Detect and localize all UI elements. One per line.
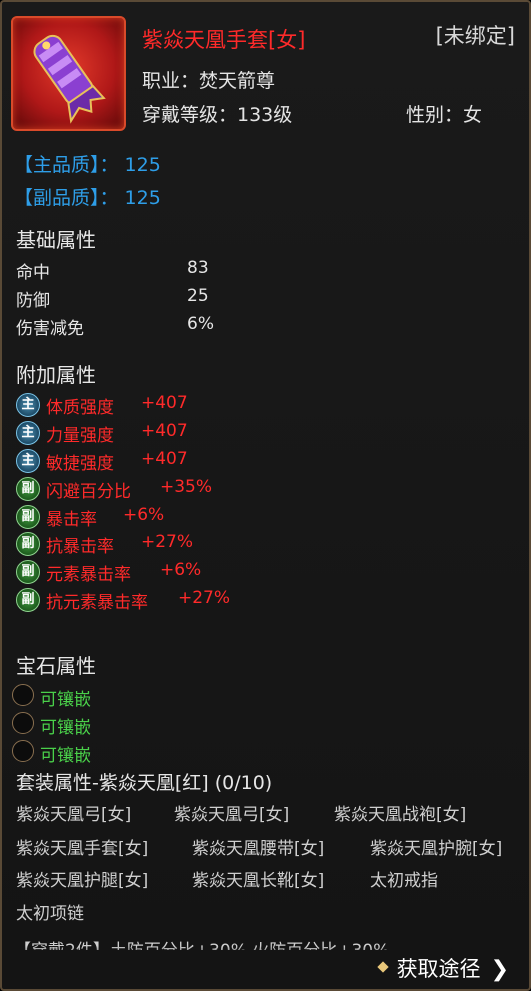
extra-attr-row: 主 力量强度 +407 bbox=[16, 420, 416, 446]
extra-attr-row: 副 抗暴击率 +27% bbox=[16, 531, 416, 557]
purple-gauntlet-icon bbox=[33, 34, 106, 124]
attr-name: 伤害减免 bbox=[16, 319, 84, 339]
extra-attr-row: 副 暴击率 +6% bbox=[16, 504, 416, 530]
empty-socket-icon bbox=[12, 740, 34, 762]
set-piece: 紫焱天凰战袍[女] bbox=[334, 805, 467, 825]
gem-slot[interactable]: 可镶嵌 bbox=[12, 683, 212, 710]
sub-badge-icon: 副 bbox=[16, 560, 40, 584]
attr-name: 防御 bbox=[16, 291, 50, 311]
chevron-right-icon: ❯ bbox=[490, 957, 509, 982]
gem-slot-label: 可镶嵌 bbox=[40, 718, 91, 738]
set-piece: 太初戒指 bbox=[370, 871, 438, 891]
attr-value: 25 bbox=[187, 286, 209, 306]
gem-slot-label: 可镶嵌 bbox=[40, 690, 91, 710]
gem-slot[interactable]: 可镶嵌 bbox=[12, 711, 212, 738]
set-piece: 紫焱天凰腰带[女] bbox=[192, 839, 325, 859]
extra-attributes-title: 附加属性 bbox=[16, 363, 96, 387]
set-piece: 紫焱天凰护腕[女] bbox=[370, 839, 503, 859]
sub-badge-icon: 副 bbox=[16, 532, 40, 556]
attr-value: +407 bbox=[141, 393, 188, 413]
empty-socket-icon bbox=[12, 684, 34, 706]
attr-name: 抗暴击率 bbox=[46, 537, 114, 557]
acquire-source-button[interactable]: 获取途径 ❯ bbox=[376, 953, 509, 983]
extra-attr-row: 副 闪避百分比 +35% bbox=[16, 476, 416, 502]
attr-name: 体质强度 bbox=[46, 398, 114, 418]
set-piece: 太初项链 bbox=[16, 904, 84, 924]
extra-attr-row: 副 元素暴击率 +6% bbox=[16, 559, 416, 585]
gender-requirement: 性别：女 bbox=[406, 104, 483, 126]
attr-name: 暴击率 bbox=[46, 510, 97, 530]
main-badge-icon: 主 bbox=[16, 393, 40, 417]
item-icon-frame bbox=[11, 16, 126, 131]
attr-value: +27% bbox=[141, 532, 194, 552]
set-piece: 紫焱天凰护腿[女] bbox=[16, 871, 149, 891]
base-attr-row: 伤害减免 6% bbox=[16, 314, 214, 339]
attr-value: +6% bbox=[160, 560, 202, 580]
extra-attr-row: 主 体质强度 +407 bbox=[16, 392, 416, 418]
extra-attr-row: 副 抗元素暴击率 +27% bbox=[16, 587, 416, 613]
gem-slot[interactable]: 可镶嵌 bbox=[12, 739, 212, 766]
attr-name: 元素暴击率 bbox=[46, 565, 131, 585]
attr-name: 命中 bbox=[16, 263, 50, 283]
item-name: 紫焱天凰手套[女] bbox=[142, 28, 306, 52]
attr-value: +27% bbox=[178, 588, 231, 608]
set-piece: 紫焱天凰弓[女] bbox=[174, 805, 290, 825]
extra-attr-row: 主 敏捷强度 +407 bbox=[16, 448, 416, 474]
main-badge-icon: 主 bbox=[16, 421, 40, 445]
base-attr-row: 防御 25 bbox=[16, 286, 209, 311]
base-attr-row: 命中 83 bbox=[16, 258, 209, 283]
acquire-label: 获取途径 bbox=[396, 957, 481, 981]
main-badge-icon: 主 bbox=[16, 449, 40, 473]
set-piece: 紫焱天凰长靴[女] bbox=[192, 871, 325, 891]
empty-socket-icon bbox=[12, 712, 34, 734]
sub-badge-icon: 副 bbox=[16, 505, 40, 529]
set-piece: 紫焱天凰手套[女] bbox=[16, 839, 149, 859]
sub-quality: 【副品质】： 125 bbox=[14, 187, 161, 209]
main-quality: 【主品质】： 125 bbox=[14, 154, 161, 176]
attr-value: +407 bbox=[141, 421, 188, 441]
sub-badge-icon: 副 bbox=[16, 477, 40, 501]
class-requirement: 职业：焚天箭尊 bbox=[142, 70, 276, 92]
attr-value: +35% bbox=[160, 477, 213, 497]
set-attributes-title: 套装属性-紫焱天凰[红] (0/10) bbox=[16, 772, 273, 794]
set-piece: 紫焱天凰弓[女] bbox=[16, 805, 132, 825]
base-attributes-title: 基础属性 bbox=[16, 228, 96, 252]
item-tooltip-panel: 紫焱天凰手套[女] [未绑定] 职业：焚天箭尊 穿戴等级：133级 性别：女 【… bbox=[0, 0, 531, 991]
attr-value: 83 bbox=[187, 258, 209, 278]
diamond-icon bbox=[376, 961, 389, 973]
attr-name: 敏捷强度 bbox=[46, 454, 114, 474]
bind-status: [未绑定] bbox=[435, 24, 515, 48]
attr-name: 抗元素暴击率 bbox=[46, 593, 148, 613]
attr-value: +407 bbox=[141, 449, 188, 469]
attr-value: 6% bbox=[187, 314, 214, 334]
level-requirement: 穿戴等级：133级 bbox=[142, 104, 293, 126]
attr-name: 力量强度 bbox=[46, 426, 114, 446]
gem-attributes-title: 宝石属性 bbox=[16, 654, 96, 678]
sub-badge-icon: 副 bbox=[16, 588, 40, 612]
attr-value: +6% bbox=[123, 505, 165, 525]
attr-name: 闪避百分比 bbox=[46, 482, 131, 502]
gem-slot-label: 可镶嵌 bbox=[40, 746, 91, 766]
